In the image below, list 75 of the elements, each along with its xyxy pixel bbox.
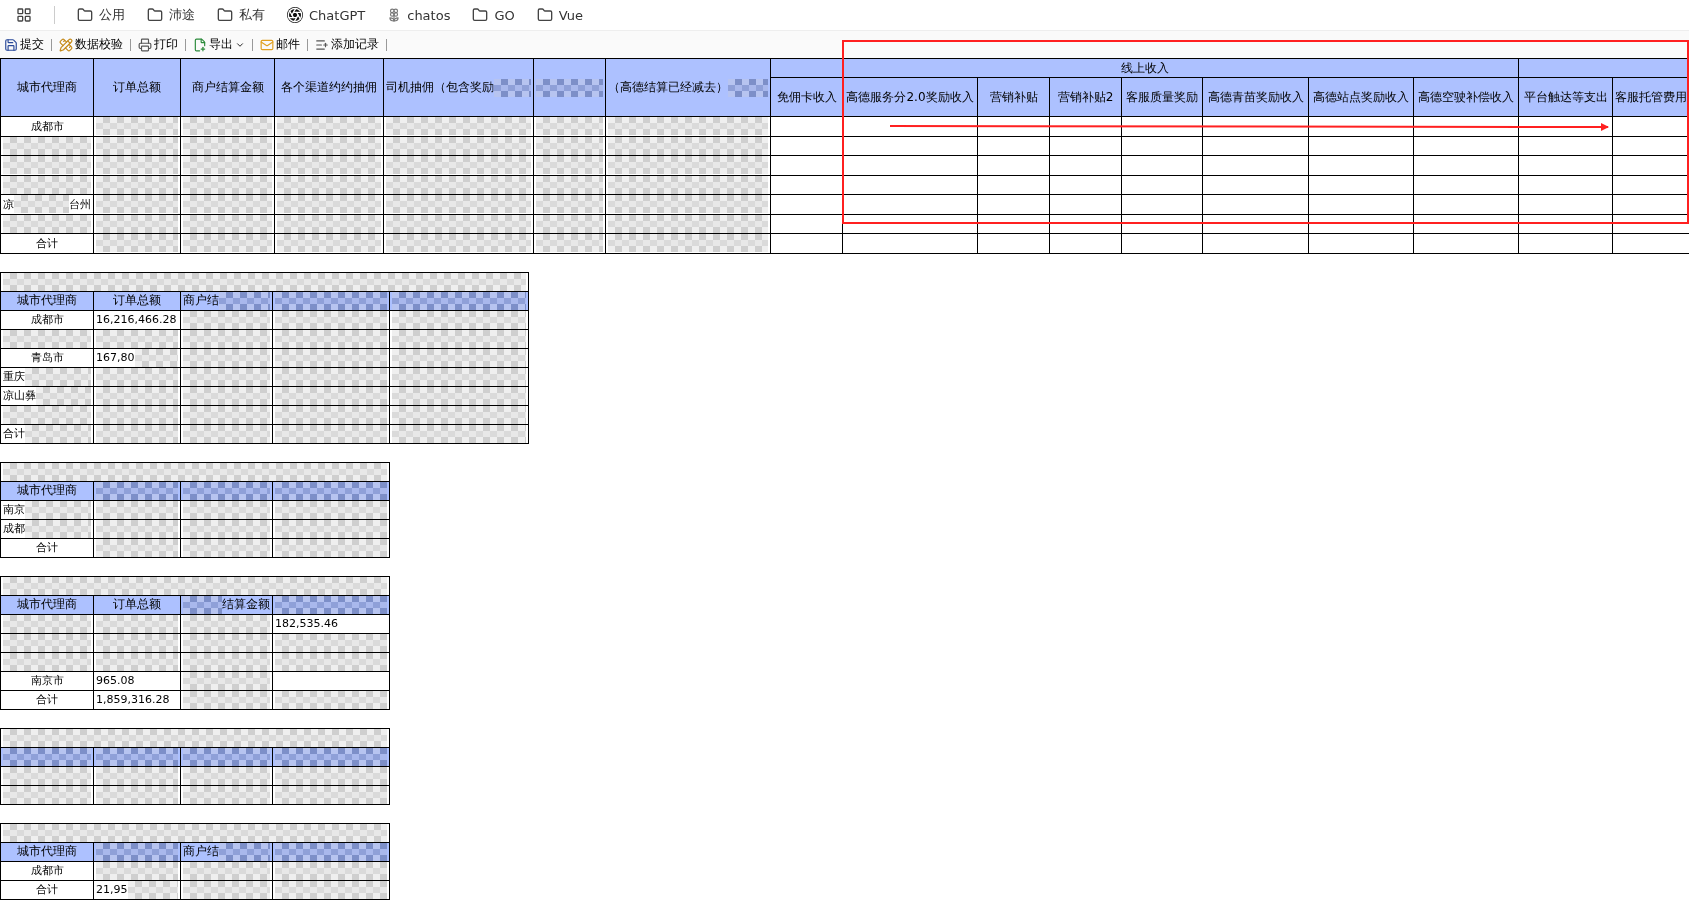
column-group-header: 线上收入 (1120, 60, 1169, 75)
pencil-ruler-icon (59, 37, 73, 52)
cell-text: 合计 (36, 692, 58, 707)
column-header: 城市代理商 (17, 482, 77, 499)
column-header: 订单总额 (113, 79, 161, 96)
cell-text: 成都市 (30, 312, 64, 327)
cell-text: 16,216,466.28 (96, 313, 177, 326)
column-header: 司机抽佣（包含奖励 (386, 79, 494, 96)
column-header: 高德青苗奖励收入 (1207, 88, 1304, 106)
column-header: 客服托管费用 (1615, 88, 1687, 106)
folder-icon (536, 7, 553, 23)
toolbar-button[interactable]: 邮件 (258, 36, 302, 53)
column-header: 城市代理商 (17, 596, 77, 613)
cell-text: 南京市 (30, 673, 64, 688)
column-header: 平台触达等支出 (1523, 88, 1608, 106)
cell-text: 21,95 (96, 883, 128, 896)
cell-text: 182,535.46 (275, 617, 338, 630)
cell-text: 成都市 (30, 118, 64, 134)
column-header: 高德空驶补偿收入 (1418, 88, 1514, 106)
column-header: 城市代理商 (17, 843, 77, 860)
column-header: 免佣卡收入 (776, 88, 837, 106)
cell-text: 凉 (3, 196, 14, 212)
bookmark-link[interactable]: 沛途 (147, 6, 195, 24)
cell-text: 1,859,316.28 (96, 693, 170, 706)
column-header: 营销补贴2 (1057, 88, 1114, 106)
column-header: 商户结 (183, 843, 219, 860)
column-header: 商户结 (183, 292, 219, 309)
folder-icon (77, 7, 93, 23)
folder-icon (147, 7, 163, 23)
bookmark-link[interactable]: 公用 (77, 6, 125, 24)
cell-text: 合计 (36, 540, 58, 555)
column-header: 城市代理商 (17, 292, 77, 309)
column-header: 城市代理商 (17, 79, 77, 96)
column-header: 订单总额 (113, 292, 161, 309)
cell-text: 成都 (3, 521, 25, 536)
cell-text: 965.08 (96, 674, 135, 687)
cell-text: 青岛市 (30, 350, 64, 365)
list-plus-icon (315, 37, 329, 52)
column-header: 各个渠道约约抽佣 (281, 79, 377, 96)
bookmark-link[interactable]: chatos (387, 7, 451, 23)
save-icon (4, 37, 18, 52)
column-header: 客服质量奖励 (1126, 88, 1198, 106)
column-header: 高德服务分2.0奖励收入 (846, 88, 974, 106)
bookmark-link[interactable]: Vue (536, 7, 583, 23)
aperture-icon (287, 7, 303, 23)
column-header: 订单总额 (113, 596, 161, 613)
column-header: 结算金额 (222, 596, 270, 613)
folder-icon (217, 7, 233, 23)
folder-icon (472, 7, 489, 23)
cell-text: 合计 (36, 235, 58, 251)
cell-text: 成都市 (30, 863, 64, 878)
bookmark-link[interactable]: GO (472, 7, 515, 23)
toolbar-button[interactable]: 提交 (2, 36, 46, 53)
cell-text: 重庆 (3, 369, 25, 384)
apps-button[interactable] (16, 7, 32, 23)
column-header: 高德站点奖励收入 (1313, 88, 1409, 106)
column-header: 商户结算金额 (191, 79, 264, 96)
printer-icon (138, 37, 152, 52)
toolbar-button[interactable]: 打印 (136, 36, 180, 53)
cell-text: 合计 (36, 882, 58, 897)
cell-text: 台州 (69, 196, 91, 212)
flower-icon (387, 8, 402, 22)
toolbar-button[interactable]: 数据校验 (57, 36, 125, 53)
mail-icon (260, 37, 274, 52)
bookmark-link[interactable]: ChatGPT (287, 7, 366, 23)
cell-text: 167,80 (96, 351, 135, 364)
cell-text: 南京 (3, 502, 25, 517)
file-icon (193, 37, 207, 52)
column-header: （高德结算已经减去） (608, 79, 728, 96)
cell-text: 凉山彝 (3, 388, 36, 403)
bookmark-link[interactable]: 私有 (217, 6, 265, 24)
toolbar-button[interactable]: 添加记录 (313, 36, 381, 53)
cell-text: 合计 (3, 426, 25, 441)
toolbar-button[interactable]: 导出 (191, 36, 247, 53)
column-header: 营销补贴 (989, 88, 1038, 106)
